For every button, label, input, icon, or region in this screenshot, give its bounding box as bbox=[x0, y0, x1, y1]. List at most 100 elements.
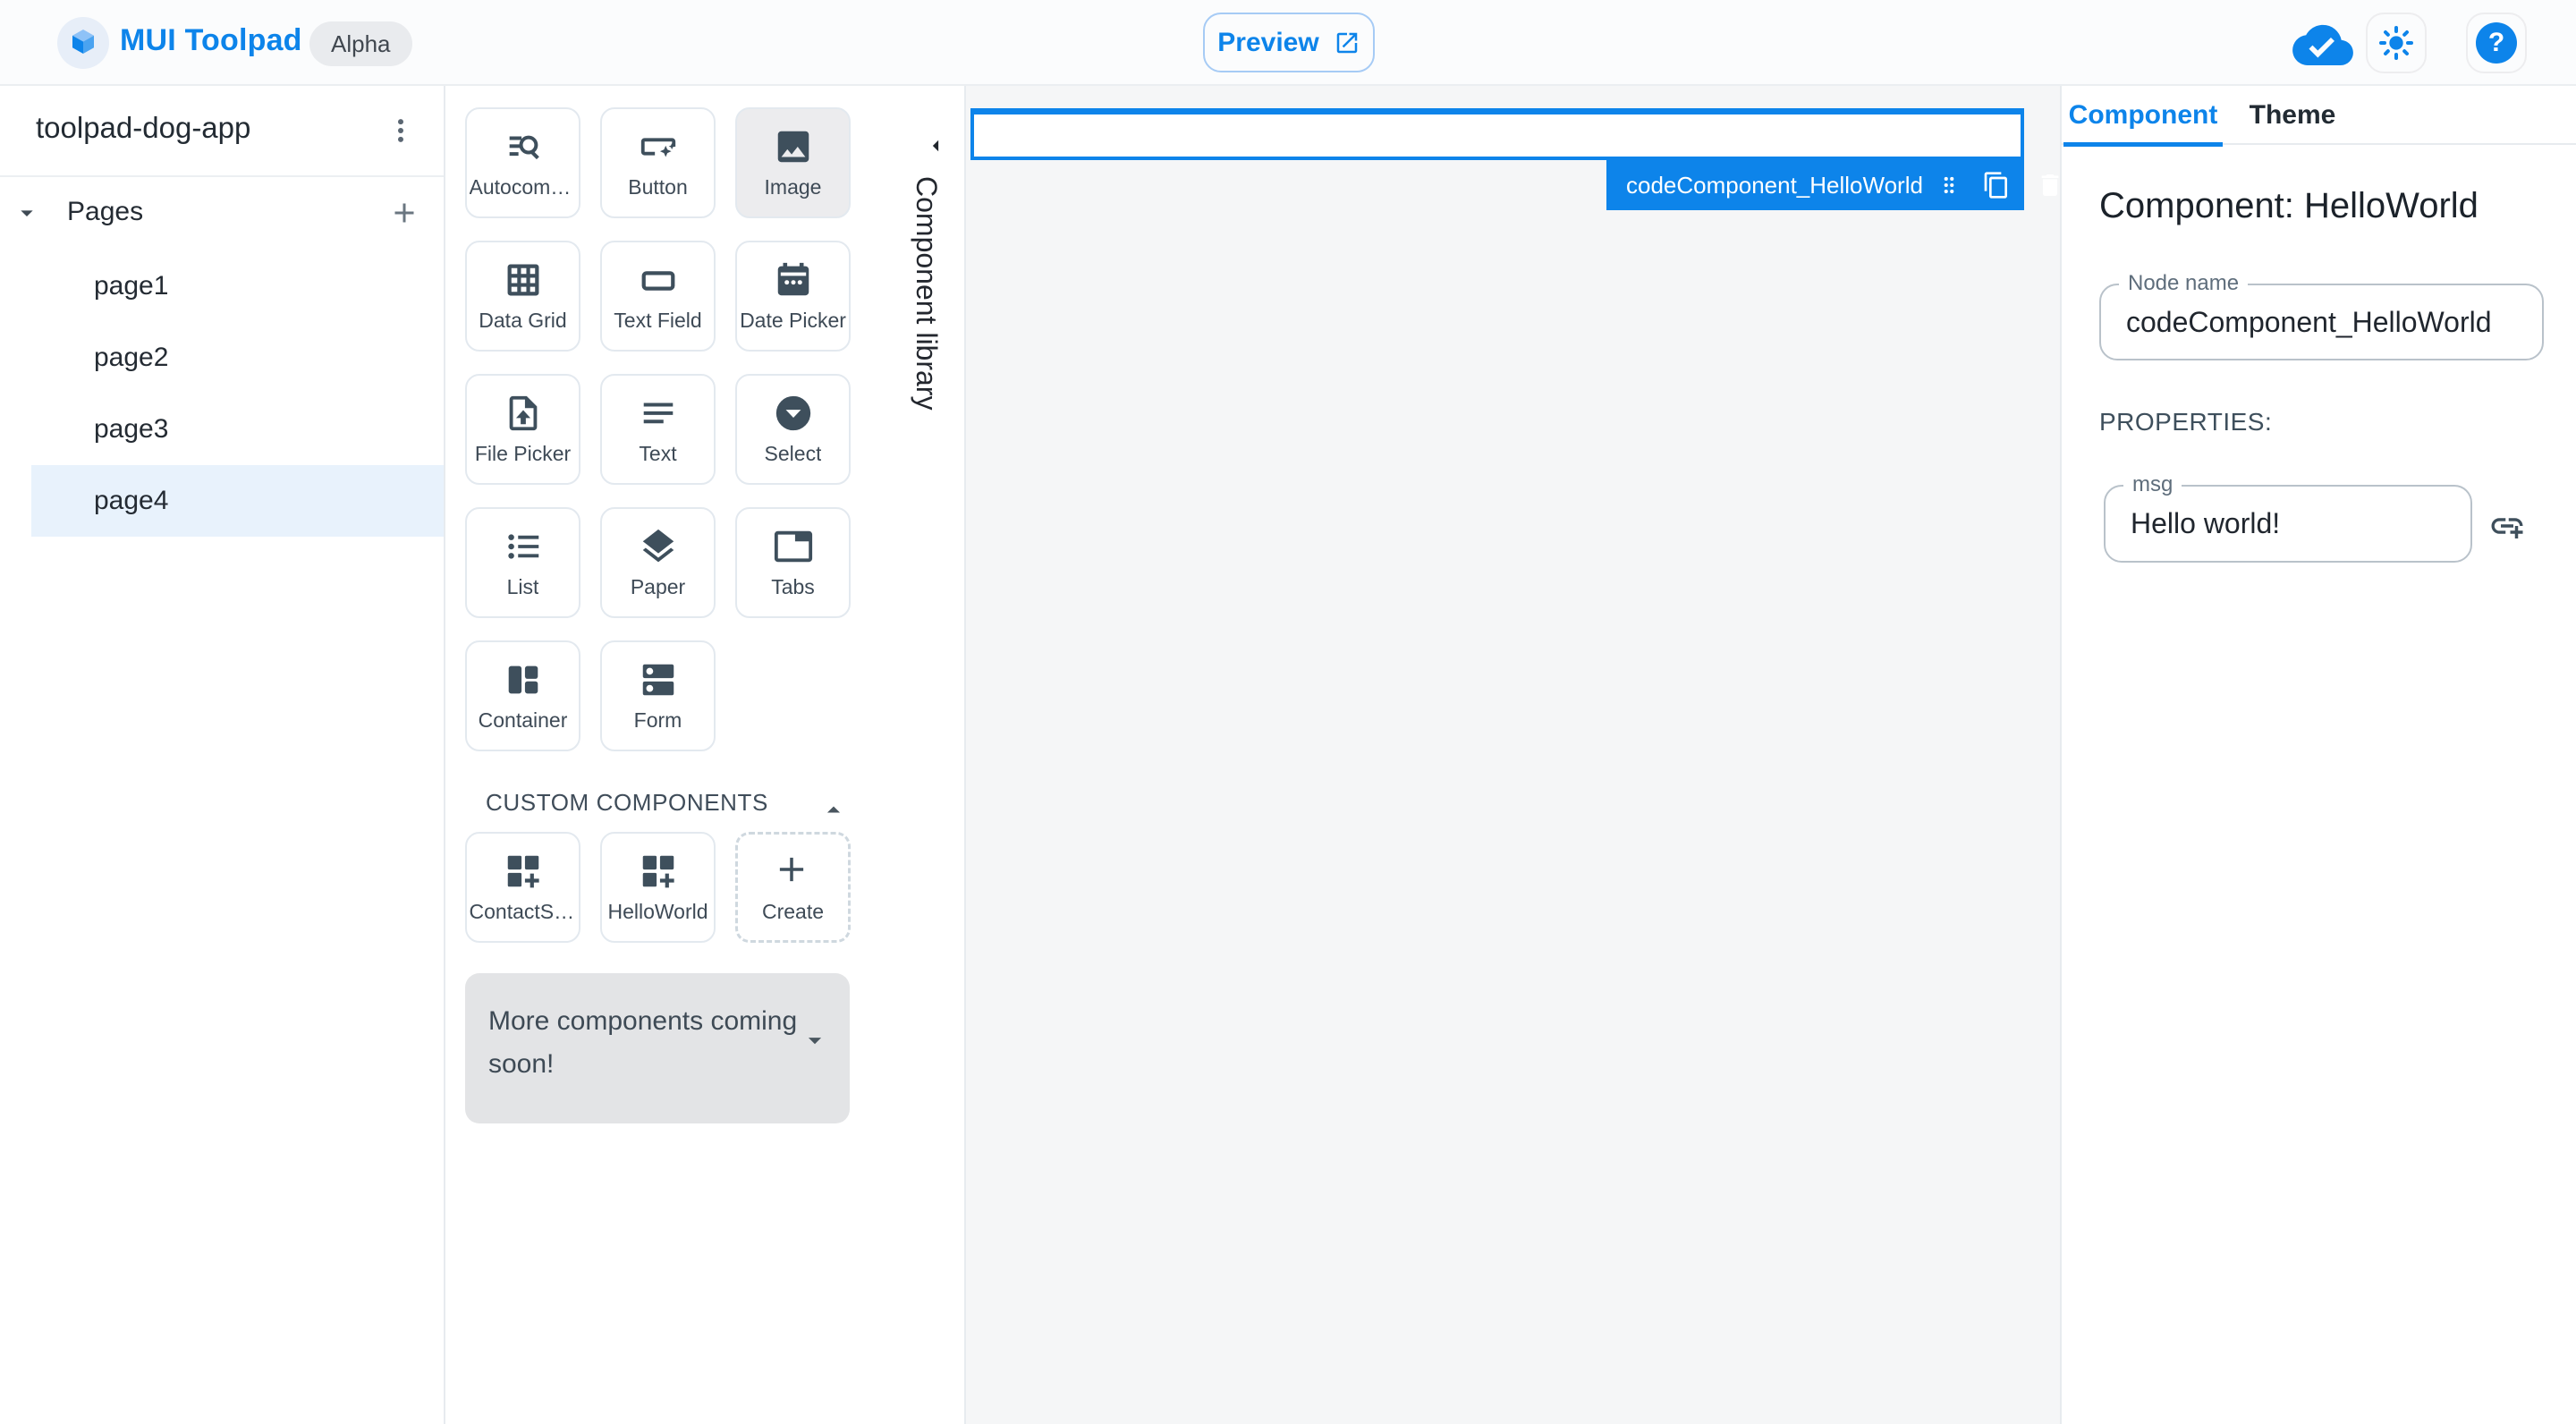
preview-button-label: Preview bbox=[1217, 27, 1319, 57]
component-tile-label: Create bbox=[761, 900, 825, 923]
custom-components-collapse-icon[interactable] bbox=[818, 794, 849, 825]
component-tile-data-grid[interactable]: Data Grid bbox=[465, 241, 580, 352]
help-icon bbox=[2476, 22, 2517, 64]
selected-component-outline[interactable] bbox=[970, 108, 2024, 160]
component-tile-label: Select bbox=[764, 442, 822, 465]
custom-component-icon bbox=[503, 851, 544, 892]
bind-property-button[interactable] bbox=[2486, 504, 2529, 547]
component-inspector-title: Component: HelloWorld bbox=[2099, 186, 2479, 225]
node-name-value[interactable]: codeComponent_HelloWorld bbox=[2126, 285, 2528, 359]
component-tile-label: ContactSta… bbox=[469, 900, 577, 923]
page-item-label: page1 bbox=[94, 271, 169, 301]
preview-button[interactable]: Preview bbox=[1203, 13, 1375, 72]
component-tile-button[interactable]: Button bbox=[600, 107, 716, 218]
component-tile-text[interactable]: Text bbox=[600, 374, 716, 485]
component-tile-label: Date Picker bbox=[740, 309, 846, 332]
component-tile-label: Paper bbox=[630, 575, 686, 598]
tab-component[interactable]: Component bbox=[2062, 86, 2224, 147]
select-icon bbox=[773, 393, 814, 434]
component-tiles-grid: Autocomplete Button Image Data Grid Text bbox=[465, 107, 851, 751]
component-tile-label: Form bbox=[633, 708, 682, 732]
chevron-down-icon bbox=[800, 1025, 830, 1055]
sidebar-item-page3[interactable]: page3 bbox=[31, 394, 444, 465]
plus-icon bbox=[394, 203, 414, 223]
component-tile-helloworld[interactable]: HelloWorld bbox=[600, 832, 716, 943]
component-tile-label: Autocomplete bbox=[469, 175, 577, 199]
node-name-field[interactable]: Node name codeComponent_HelloWorld bbox=[2099, 271, 2544, 360]
component-library-title: Component library bbox=[911, 176, 943, 411]
toolpad-logo-icon bbox=[72, 30, 94, 54]
component-tile-label: List bbox=[506, 575, 539, 598]
more-components-accordion[interactable]: More components coming soon! bbox=[465, 973, 850, 1123]
component-tile-tabs[interactable]: Tabs bbox=[735, 507, 851, 618]
component-tile-label: Data Grid bbox=[479, 309, 567, 332]
theme-toggle-button[interactable] bbox=[2366, 13, 2427, 73]
pages-header: Pages bbox=[0, 191, 444, 234]
plus-icon bbox=[773, 851, 814, 892]
drag-indicator-icon bbox=[1944, 176, 1954, 194]
component-tile-label: Text Field bbox=[614, 309, 702, 332]
duplicate-component-button[interactable] bbox=[1982, 171, 2011, 199]
pages-collapse-caret-icon[interactable] bbox=[13, 199, 41, 227]
selection-node-name: codeComponent_HelloWorld bbox=[1626, 171, 1923, 199]
text-field-icon bbox=[638, 259, 679, 301]
paper-icon bbox=[638, 526, 679, 567]
page-item-label: page4 bbox=[94, 486, 169, 515]
file-picker-icon bbox=[503, 393, 544, 434]
sidebar-item-page2[interactable]: page2 bbox=[31, 322, 444, 394]
page-item-label: page3 bbox=[94, 414, 169, 444]
component-tile-autocomplete[interactable]: Autocomplete bbox=[465, 107, 580, 218]
inspector-tabs: Component Theme bbox=[2062, 86, 2576, 147]
date-picker-icon bbox=[773, 259, 814, 301]
properties-heading: PROPERTIES: bbox=[2099, 408, 2273, 436]
pages-tree-label[interactable]: Pages bbox=[67, 197, 143, 227]
form-icon bbox=[638, 659, 679, 700]
library-collapse-arrow-icon[interactable] bbox=[922, 132, 949, 159]
project-name: toolpad-dog-app bbox=[36, 111, 251, 144]
component-tile-list[interactable]: List bbox=[465, 507, 580, 618]
open-in-new-icon bbox=[1334, 30, 1360, 56]
page-item-label: page2 bbox=[94, 343, 169, 372]
custom-components-grid: ContactSta… HelloWorld Create bbox=[465, 832, 851, 943]
add-page-button[interactable] bbox=[385, 193, 424, 233]
project-menu-button[interactable] bbox=[379, 109, 422, 152]
app-title: MUI Toolpad bbox=[120, 23, 302, 57]
msg-property-value[interactable]: Hello world! bbox=[2131, 487, 2456, 561]
drag-handle[interactable] bbox=[1937, 174, 1961, 197]
tabs-icon bbox=[773, 526, 814, 567]
component-tile-container[interactable]: Container bbox=[465, 640, 580, 751]
component-tile-contactstatus[interactable]: ContactSta… bbox=[465, 832, 580, 943]
component-tile-paper[interactable]: Paper bbox=[600, 507, 716, 618]
component-tile-label: HelloWorld bbox=[607, 900, 708, 923]
list-icon bbox=[503, 526, 544, 567]
msg-property-field[interactable]: msg Hello world! bbox=[2104, 472, 2472, 563]
text-icon bbox=[638, 393, 679, 434]
component-tile-label: Image bbox=[764, 175, 822, 199]
custom-components-header[interactable]: CUSTOM COMPONENTS bbox=[486, 789, 768, 817]
tab-theme[interactable]: Theme bbox=[2224, 86, 2360, 145]
component-tile-label: Tabs bbox=[771, 575, 815, 598]
create-component-tile[interactable]: Create bbox=[735, 832, 851, 943]
smart-button-icon bbox=[638, 126, 679, 167]
data-grid-icon bbox=[503, 259, 544, 301]
component-tile-label: Container bbox=[478, 708, 568, 732]
component-tile-label: File Picker bbox=[474, 442, 572, 465]
custom-component-icon bbox=[638, 851, 679, 892]
toolpad-logo bbox=[57, 17, 109, 69]
editor-canvas[interactable]: codeComponent_HelloWorld bbox=[966, 86, 2060, 1424]
component-tile-date-picker[interactable]: Date Picker bbox=[735, 241, 851, 352]
explorer-sidebar: toolpad-dog-app Pages page1 page2 page3 … bbox=[0, 86, 445, 1424]
help-button[interactable] bbox=[2466, 13, 2527, 73]
sidebar-item-page4[interactable]: page4 bbox=[31, 465, 444, 537]
autocomplete-icon bbox=[503, 126, 544, 167]
component-tile-image[interactable]: Image bbox=[735, 107, 851, 218]
sidebar-item-page1[interactable]: page1 bbox=[31, 250, 444, 322]
component-tile-text-field[interactable]: Text Field bbox=[600, 241, 716, 352]
inspector-panel: Component Theme Component: HelloWorld No… bbox=[2060, 86, 2576, 1424]
component-tile-select[interactable]: Select bbox=[735, 374, 851, 485]
sidebar-divider bbox=[0, 175, 444, 177]
more-vert-icon bbox=[398, 119, 403, 142]
image-icon bbox=[773, 126, 814, 167]
component-tile-form[interactable]: Form bbox=[600, 640, 716, 751]
component-tile-file-picker[interactable]: File Picker bbox=[465, 374, 580, 485]
